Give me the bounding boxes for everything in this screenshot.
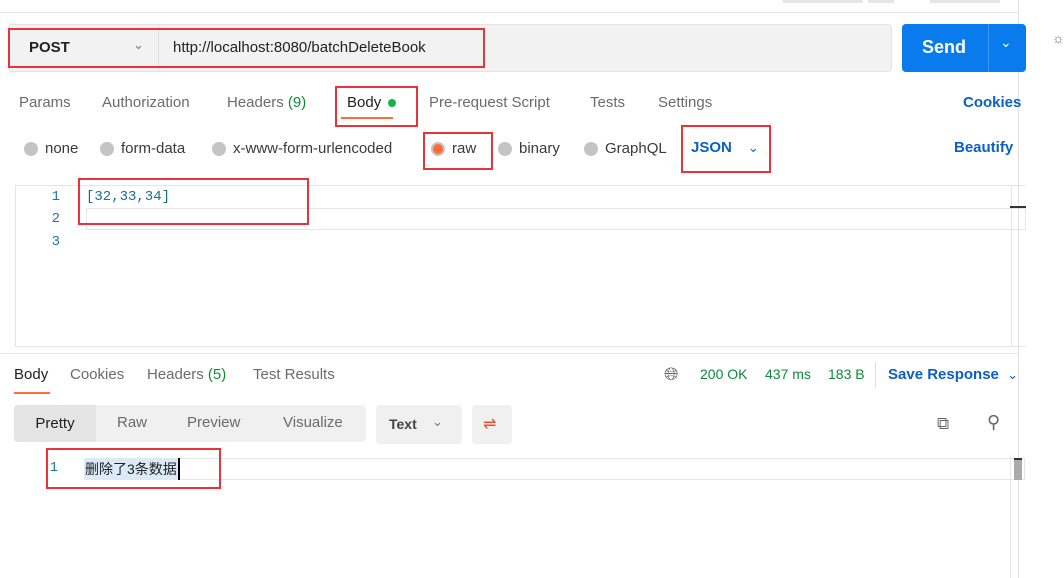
format-label: JSON [691, 139, 732, 156]
scrollbar[interactable] [1011, 186, 1012, 346]
chevron-down-icon: ⌄ [1007, 367, 1018, 382]
method-label: POST [29, 39, 70, 56]
scrollbar[interactable] [1010, 455, 1011, 578]
send-button[interactable]: Send ⌄ [902, 24, 1026, 72]
sun-icon[interactable]: ☼ [1052, 30, 1064, 46]
radio-icon [212, 141, 226, 156]
radio-none[interactable]: none [24, 140, 78, 157]
response-size: 183 B [828, 366, 865, 382]
radio-icon [100, 141, 114, 156]
wrap-lines-button[interactable]: ⇌ [472, 405, 512, 444]
code-line: [32,33,34] [86, 189, 171, 205]
view-visualize[interactable]: Visualize [283, 414, 343, 431]
status-code: 200 OK [700, 366, 748, 382]
copy-icon[interactable]: ⧉ [937, 414, 949, 434]
response-time: 437 ms [765, 366, 811, 382]
method-select[interactable]: POST ⌄ [9, 25, 159, 71]
line-number: 1 [49, 460, 58, 476]
line-number: 2 [51, 211, 60, 227]
type-label: Text [389, 416, 417, 432]
chevron-down-icon: ⌄ [133, 37, 144, 52]
chevron-down-icon[interactable]: ⌄ [1000, 34, 1012, 51]
radio-x-www-form-urlencoded[interactable]: x-www-form-urlencoded [212, 140, 392, 157]
radio-label: binary [519, 140, 560, 157]
line-number: 1 [51, 189, 60, 205]
cookies-link[interactable]: Cookies [963, 94, 1021, 111]
radio-label: none [45, 140, 79, 157]
tab-tests[interactable]: Tests [590, 94, 625, 111]
url-input[interactable]: http://localhost:8080/batchDeleteBook [173, 39, 426, 56]
tab-pre-request-script[interactable]: Pre-request Script [429, 94, 550, 111]
toolbar-button[interactable] [783, 0, 863, 3]
active-dot [388, 99, 397, 108]
scroll-thumb[interactable] [1010, 206, 1026, 208]
response-tab-headers[interactable]: Headers (5) [147, 366, 226, 383]
divider [875, 362, 876, 388]
url-bar: POST ⌄ http://localhost:8080/batchDelete… [8, 24, 892, 72]
tab-settings[interactable]: Settings [658, 94, 712, 111]
tab-body[interactable]: Body [347, 94, 397, 111]
radio-label: x-www-form-urlencoded [233, 140, 393, 157]
tab-authorization[interactable]: Authorization [102, 94, 190, 111]
tab-label: Headers [147, 366, 204, 383]
radio-label: raw [452, 140, 477, 157]
radio-icon [498, 141, 512, 156]
search-icon[interactable]: ⚲ [987, 412, 1000, 433]
line-number: 3 [51, 234, 60, 250]
tab-label: Body [347, 94, 382, 111]
response-text: 删除了3条数据 [84, 458, 180, 480]
current-line [86, 208, 1026, 230]
view-raw[interactable]: Raw [117, 414, 147, 431]
radio-form-data[interactable]: form-data [100, 140, 185, 157]
save-response-button[interactable]: Save Response ⌄ [888, 366, 1018, 383]
radio-binary[interactable]: binary [498, 140, 560, 157]
beautify-link[interactable]: Beautify [954, 139, 1013, 156]
response-tab-cookies[interactable]: Cookies [70, 366, 124, 383]
tab-headers[interactable]: Headers (9) [227, 94, 306, 111]
format-select[interactable]: JSON ⌄ [691, 139, 759, 156]
count: (9) [287, 94, 307, 111]
chevron-down-icon: ⌄ [747, 140, 759, 155]
response-tab-body[interactable]: Body [14, 366, 48, 383]
tab-params[interactable]: Params [19, 94, 71, 111]
tab-underline [341, 117, 393, 119]
wrap-icon: ⇌ [483, 416, 497, 433]
globe-icon[interactable]: 🌐︎ [664, 364, 678, 385]
top-divider [0, 12, 1018, 13]
save-label: Save Response [888, 366, 999, 383]
radio-selected-icon [431, 141, 445, 156]
scroll-thumb[interactable] [1014, 458, 1022, 480]
toolbar-button[interactable] [868, 0, 894, 3]
radio-icon [24, 141, 38, 156]
tab-underline [14, 392, 50, 394]
chevron-down-icon: ⌄ [432, 414, 443, 429]
type-select[interactable]: Text ⌄ [376, 405, 462, 444]
radio-label: form-data [121, 140, 186, 157]
send-label: Send [922, 37, 967, 57]
view-preview[interactable]: Preview [187, 414, 240, 431]
current-line [85, 458, 1025, 480]
request-body-editor[interactable] [15, 185, 1026, 347]
pane-divider [0, 353, 1018, 354]
send-divider [988, 24, 989, 72]
radio-graphql[interactable]: GraphQL [584, 140, 667, 157]
count: (5) [207, 366, 227, 383]
tab-label: Headers [227, 94, 284, 111]
response-tab-test-results[interactable]: Test Results [253, 366, 335, 383]
radio-icon [584, 141, 598, 156]
toolbar-button[interactable] [930, 0, 1000, 3]
radio-label: GraphQL [605, 140, 667, 157]
view-pretty[interactable]: Pretty [14, 405, 96, 442]
view-label: Pretty [35, 415, 75, 432]
radio-raw[interactable]: raw [431, 140, 476, 157]
